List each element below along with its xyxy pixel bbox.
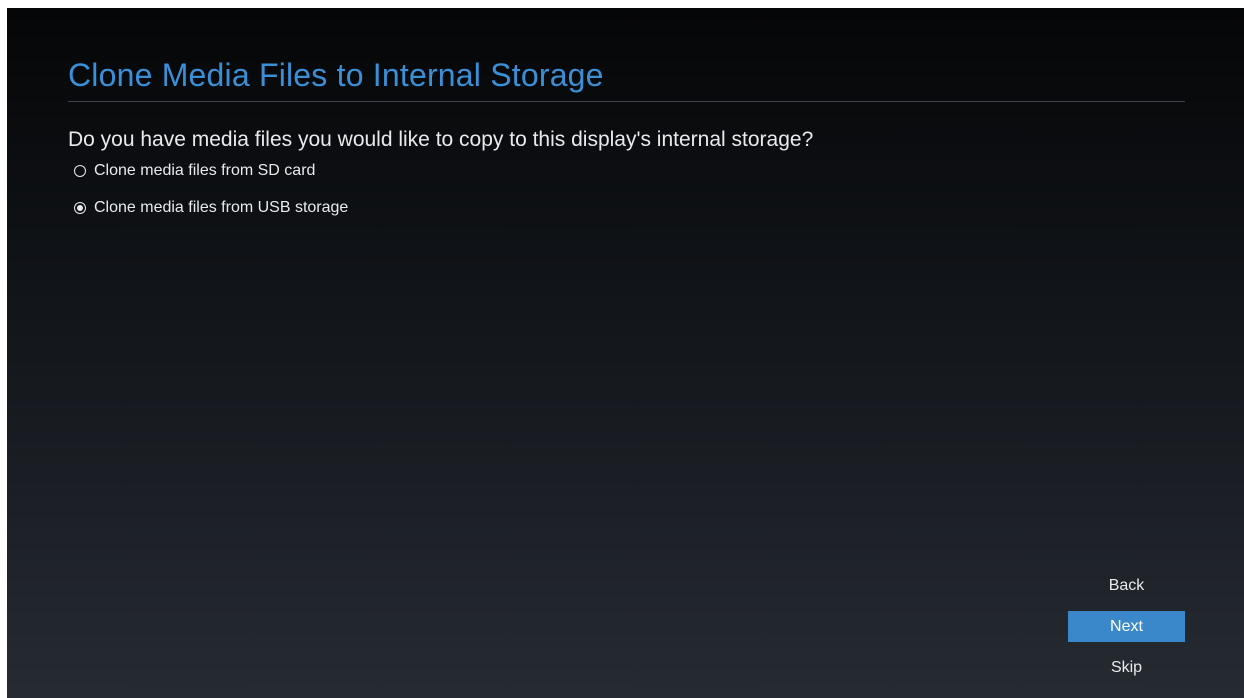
page-title: Clone Media Files to Internal Storage xyxy=(68,57,604,93)
radio-option-sd-card[interactable]: Clone media files from SD card xyxy=(74,162,315,180)
next-button[interactable]: Next xyxy=(1068,611,1185,642)
radio-option-label: Clone media files from USB storage xyxy=(94,199,349,216)
skip-button[interactable]: Skip xyxy=(1068,652,1185,683)
radio-unchecked-icon[interactable] xyxy=(74,165,86,177)
title-divider xyxy=(68,101,1185,102)
setup-screen: Clone Media Files to Internal Storage Do… xyxy=(7,8,1244,698)
radio-option-label: Clone media files from SD card xyxy=(94,162,316,179)
radio-checked-icon[interactable] xyxy=(74,202,86,214)
back-button[interactable]: Back xyxy=(1068,570,1185,601)
radio-option-usb-storage[interactable]: Clone media files from USB storage xyxy=(74,199,348,217)
question-text: Do you have media files you would like t… xyxy=(68,128,814,151)
